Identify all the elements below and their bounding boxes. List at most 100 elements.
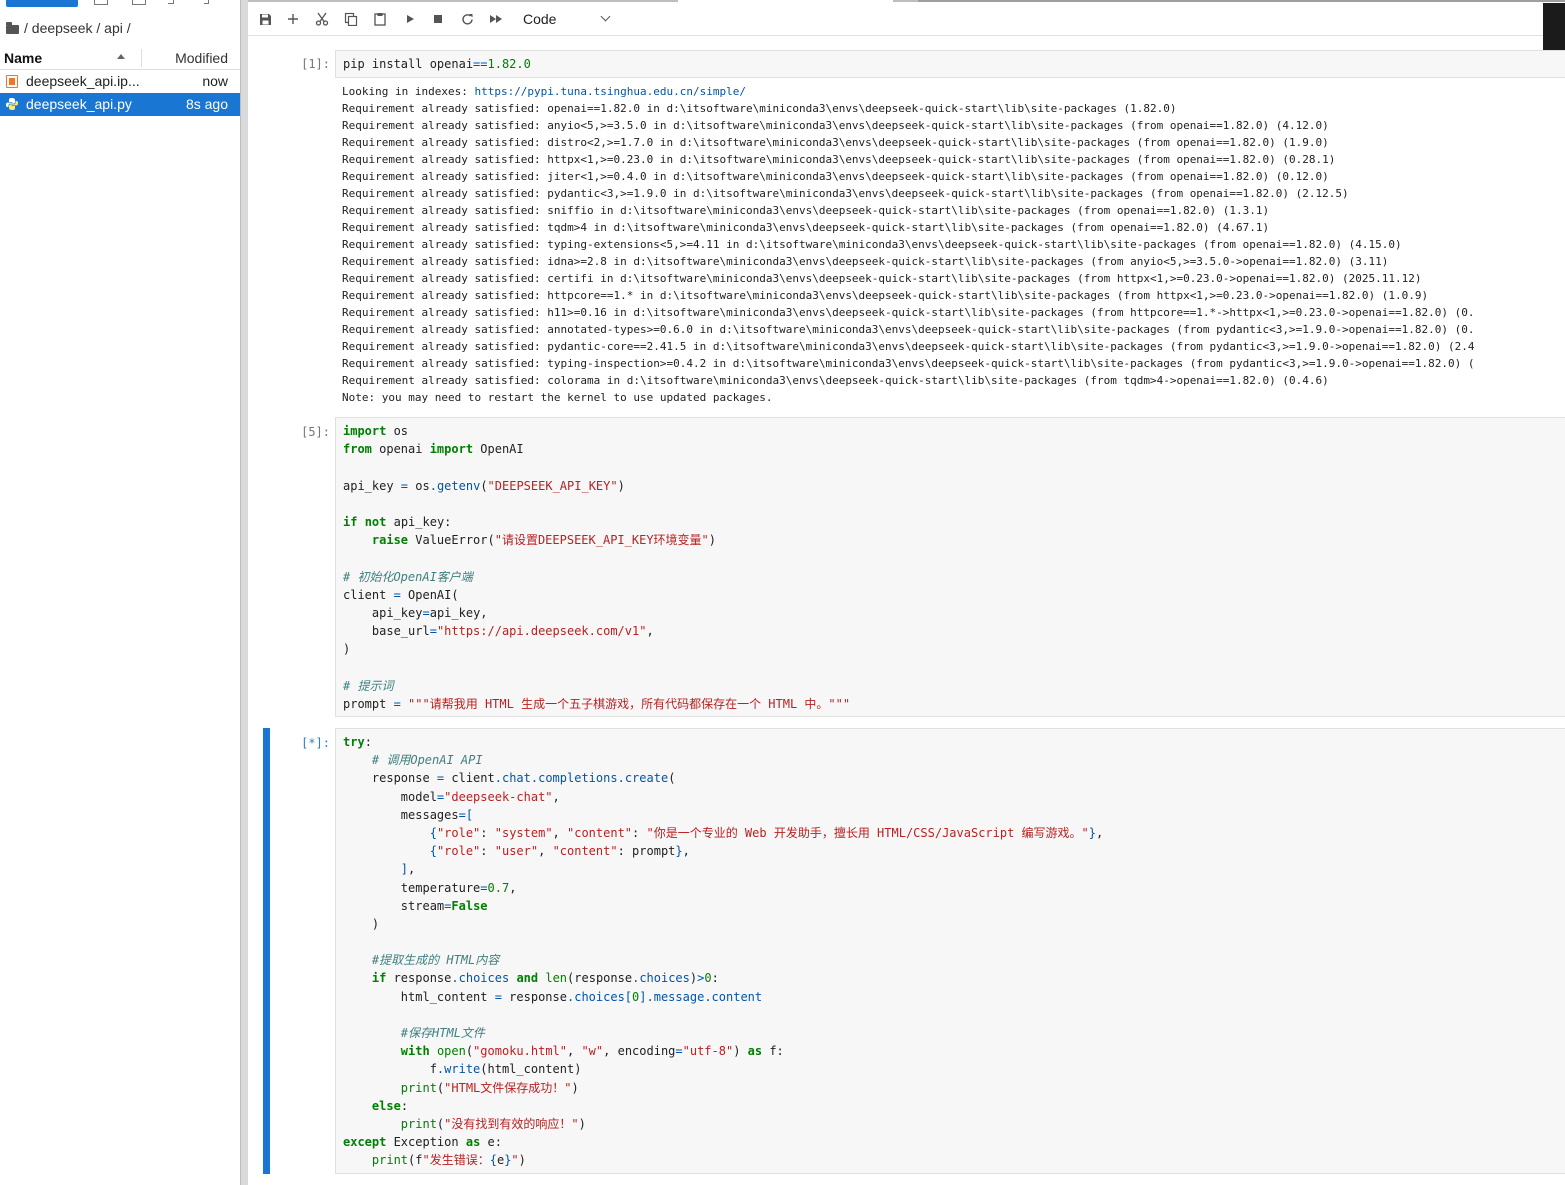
code-line: #保存HTML文件 [400,1026,485,1040]
column-modified[interactable]: Modified [175,50,228,66]
file-modified: now [202,73,228,89]
output-line: Requirement already satisfied: distro<2,… [342,136,1329,149]
column-name[interactable]: Name [4,50,42,66]
paste-icon[interactable] [371,10,389,28]
code-line: if not api_key: [343,514,452,529]
output-line: Requirement already satisfied: openai==1… [342,102,1177,115]
scrollbar[interactable] [1543,3,1565,51]
code-line: ) [343,916,380,931]
cell-output: Looking in indexes: https://pypi.tuna.ts… [342,83,1474,406]
refresh-icon[interactable] [168,0,174,4]
code-block: import os from openai import OpenAI api_k… [343,422,850,713]
output-line: Requirement already satisfied: sniffio i… [342,204,1270,217]
output-line: Looking in indexes: https://pypi.tuna.ts… [342,85,746,98]
folder-icon[interactable] [6,21,19,34]
breadcrumb: / deepseek / api / [6,18,131,38]
file-item-notebook[interactable]: deepseek_api.ip... now [0,70,240,93]
notebook-toolbar: Code [248,3,1565,36]
new-launcher-button[interactable] [6,0,78,7]
cell-prompt: [1]: [301,57,330,71]
file-modified: 8s ago [185,96,228,112]
column-divider[interactable] [141,49,142,67]
code-line: ], [400,862,416,877]
cut-icon[interactable] [313,10,331,28]
output-line: Requirement already satisfied: anyio<5,>… [342,119,1329,132]
cell-type-select[interactable]: Code [518,9,613,29]
output-line: Requirement already satisfied: typing-ex… [342,238,1402,251]
new-folder-icon[interactable] [94,0,108,5]
add-cell-icon[interactable] [284,10,302,28]
output-line: Requirement already satisfied: idna>=2.8… [342,255,1389,268]
output-line: Requirement already satisfied: certifi i… [342,272,1422,285]
code-cell-input[interactable]: import os from openai import OpenAI api_k… [335,417,1565,717]
copy-icon[interactable] [342,10,360,28]
code-line: temperature=0.7, [343,880,517,895]
code-line: messages=[ [343,807,474,822]
breadcrumb-path[interactable]: / deepseek / api / [24,20,131,36]
file-name: deepseek_api.py [26,96,132,112]
output-line: Requirement already satisfied: typing-in… [342,357,1475,370]
code-line: # 调用OpenAI API [371,753,483,768]
code-line: with open("gomoku.html", "w", encoding="… [400,1044,784,1059]
output-line: Requirement already satisfied: h11>=0.16… [342,306,1475,319]
code-line: f.write(html_content) [343,1062,582,1077]
code-line: api_key = os.getenv("DEEPSEEK_API_KEY") [343,478,625,493]
code-line: # 提示词 [343,678,394,693]
code-line: print("HTML文件保存成功！") [400,1080,579,1095]
code-line: from openai import OpenAI [343,442,524,457]
tab-edge[interactable] [248,0,678,2]
code-line: ) [343,642,351,657]
index-url-link[interactable]: https://pypi.tuna.tsinghua.edu.cn/simple… [474,85,746,98]
code-line: print("没有找到有效的响应！") [400,1116,586,1131]
file-item-python[interactable]: deepseek_api.py 8s ago [0,93,240,116]
file-list-header: Name Modified [0,47,240,70]
file-browser: / deepseek / api / Name Modified deepsee… [0,0,240,1185]
fast-forward-icon[interactable] [487,10,505,28]
code-line: api_key=api_key, [343,605,488,620]
output-line: Requirement already satisfied: colorama … [342,374,1329,387]
output-line: Requirement already satisfied: annotated… [342,323,1475,336]
output-line: Requirement already satisfied: tqdm>4 in… [342,221,1270,234]
code-line: html_content = response.choices[0].messa… [343,989,763,1004]
upload-icon[interactable] [132,0,146,5]
file-name: deepseek_api.ip... [26,73,140,89]
save-icon[interactable] [256,10,274,28]
code-line: # 初始化OpenAI客户端 [343,569,473,584]
output-line: Requirement already satisfied: httpcore=… [342,289,1429,302]
code-line: model="deepseek-chat", [343,789,560,804]
code-cell-input[interactable]: pip install openai==1.82.0 [335,50,1565,78]
tab-edge[interactable] [893,0,918,2]
code-line: prompt = """请帮我用 HTML 生成一个五子棋游戏，所有代码都保存在… [343,696,851,711]
output-line: Requirement already satisfied: jiter<1,>… [342,170,1329,183]
code-block: try: # 调用OpenAI API response = client.ch… [343,733,1103,1170]
active-cell-indicator [263,728,270,1174]
output-line: Requirement already satisfied: pydantic-… [342,340,1475,353]
tab-edge[interactable] [918,0,1565,2]
code-line: print(f"发生错误：{e}") [371,1153,526,1168]
chevron-down-icon [600,11,611,22]
code-line: stream=False [343,898,488,913]
python-icon [6,98,18,110]
code-cell-input[interactable]: try: # 调用OpenAI API response = client.ch… [335,728,1565,1174]
sort-ascending-icon[interactable] [117,54,125,59]
file-browser-toolbar [0,0,240,8]
code-line: else: [371,1098,409,1113]
code-line: response = client.chat.completions.creat… [343,771,676,786]
cell-prompt: [5]: [301,425,330,439]
search-icon[interactable] [204,0,209,4]
cell-prompt: [*]: [301,736,330,750]
code-line: client = OpenAI( [343,587,459,602]
code-line: base_url="https://api.deepseek.com/v1", [343,624,654,639]
run-icon[interactable] [401,10,419,28]
notebook-icon [6,75,18,88]
code-line: if response.choices and len(response.cho… [371,971,719,986]
restart-icon[interactable] [458,10,476,28]
stop-icon[interactable] [429,10,447,28]
code-line: try: [343,735,372,749]
